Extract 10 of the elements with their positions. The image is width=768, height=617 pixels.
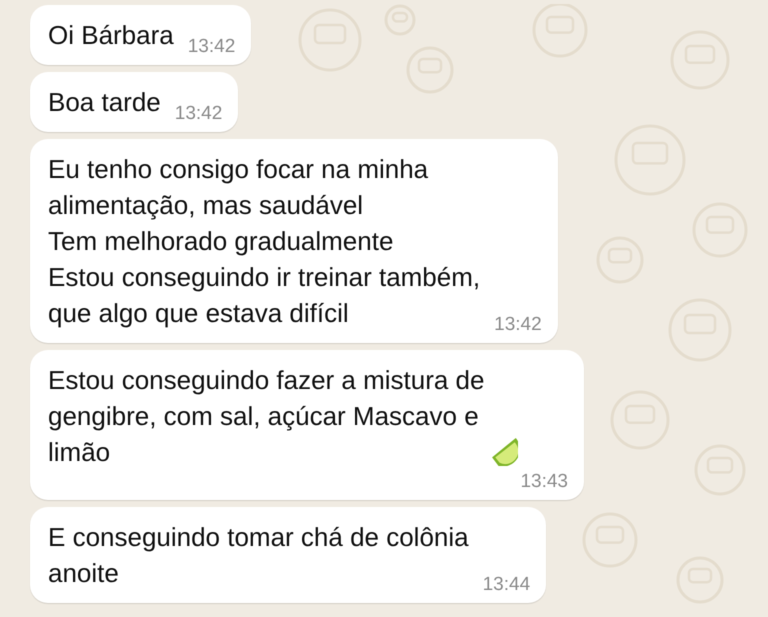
message-text: Oi Bárbara [48, 19, 174, 52]
message-text: Boa tarde [48, 86, 161, 119]
message-time: 13:44 [482, 573, 530, 597]
message-time: 13:42 [174, 102, 222, 126]
message-text: Estou conseguindo fazer a mistura de gengibre, com sal, açúcar Mascavo e limão [48, 364, 484, 469]
message-time: 13:42 [494, 313, 542, 337]
message-text: Eu tenho consigo focar na minha alimentação, mas saudável Tem melhorado gradualmente Estou conseguindo ir treinar também, que algo que estava difícil [48, 153, 480, 330]
message-time: 13:42 [188, 35, 236, 59]
message-time: 13:43 [520, 470, 568, 494]
message-text: E conseguindo tomar chá de colônia anoite [48, 521, 469, 590]
